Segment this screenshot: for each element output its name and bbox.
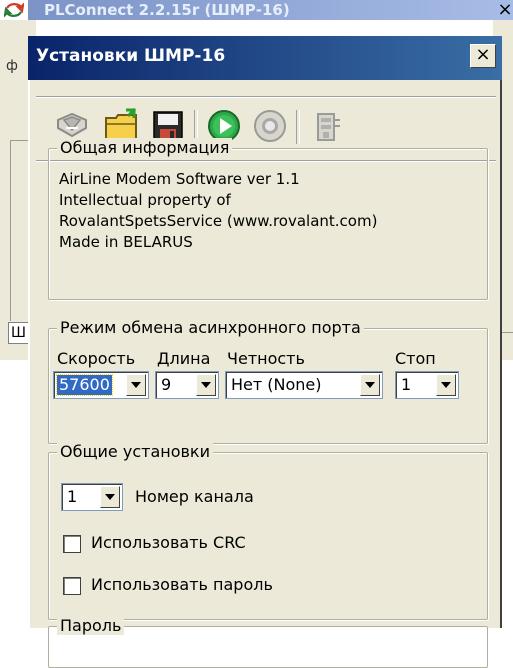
parity-select[interactable]: Нет (None) xyxy=(225,371,383,399)
general-info-legend: Общая информация xyxy=(57,138,233,157)
parity-value: Нет (None) xyxy=(231,375,322,394)
use-password-checkbox[interactable] xyxy=(63,577,81,595)
info-line: RovalantSpetsService (www.rovalant.com) xyxy=(59,212,378,230)
dialog-close-button[interactable]: × xyxy=(470,44,496,68)
main-window-titlebar[interactable]: PLConnect 2.2.15r (ШМР-16) xyxy=(4,0,513,20)
length-select[interactable]: 9 xyxy=(155,371,219,399)
chevron-down-icon[interactable] xyxy=(100,486,120,508)
toolbar-separator xyxy=(296,110,300,144)
speed-label: Скорость xyxy=(57,349,136,368)
main-window-title: PLConnect 2.2.15r (ШМР-16) xyxy=(44,1,290,19)
speed-value: 57600 xyxy=(56,374,113,396)
stop-select[interactable]: 1 xyxy=(395,371,459,399)
stop-value: 1 xyxy=(401,375,412,394)
port-mode-group: Режим обмена асинхронного порта Скорость… xyxy=(48,318,488,444)
chevron-down-icon[interactable] xyxy=(360,374,380,396)
stop-button[interactable] xyxy=(250,106,290,146)
channel-value: 1 xyxy=(67,487,78,506)
toolbar-top-divider xyxy=(36,96,496,98)
close-icon: × xyxy=(475,44,491,65)
channel-select[interactable]: 1 xyxy=(61,483,123,511)
port-mode-legend: Режим обмена асинхронного порта xyxy=(57,318,364,337)
use-crc-label[interactable]: Использовать CRC xyxy=(91,533,246,552)
stop-label: Стоп xyxy=(395,349,436,368)
info-line: Intellectual property of xyxy=(59,191,231,209)
general-settings-group: Общие установки 1 Номер канала Использов… xyxy=(48,442,488,620)
dialog-titlebar[interactable]: Установки ШМР-16 × xyxy=(28,36,502,80)
password-group: Пароль xyxy=(48,616,488,668)
length-value: 9 xyxy=(161,375,172,394)
channel-label: Номер канала xyxy=(135,487,254,506)
length-label: Длина xyxy=(157,349,211,368)
chevron-down-icon[interactable] xyxy=(126,374,146,396)
general-settings-legend: Общие установки xyxy=(57,442,213,461)
general-info-text: AirLine Modem Software ver 1.1 Intellect… xyxy=(59,169,377,253)
use-password-label[interactable]: Использовать пароль xyxy=(91,575,273,594)
parity-label: Четность xyxy=(227,349,305,368)
speed-select[interactable]: 57600 xyxy=(53,371,149,399)
main-close-icon[interactable]: × xyxy=(497,0,513,20)
stop-icon xyxy=(254,110,286,142)
chevron-down-icon[interactable] xyxy=(196,374,216,396)
settings-dialog: Установки ШМР-16 × Общая информация AirL… xyxy=(28,36,502,668)
general-info-group: Общая информация AirLine Modem Software … xyxy=(48,138,488,300)
info-line: Made in BELARUS xyxy=(59,233,193,251)
use-crc-checkbox[interactable] xyxy=(63,535,81,553)
dialog-title: Установки ШМР-16 xyxy=(36,46,226,66)
chevron-down-icon[interactable] xyxy=(436,374,456,396)
device-button[interactable] xyxy=(306,106,346,146)
device-icon xyxy=(317,113,340,141)
password-legend: Пароль xyxy=(57,616,125,635)
main-menu-fragment[interactable]: ф xyxy=(6,58,18,74)
app-logo-icon xyxy=(4,2,24,18)
info-line: AirLine Modem Software ver 1.1 xyxy=(59,170,300,188)
